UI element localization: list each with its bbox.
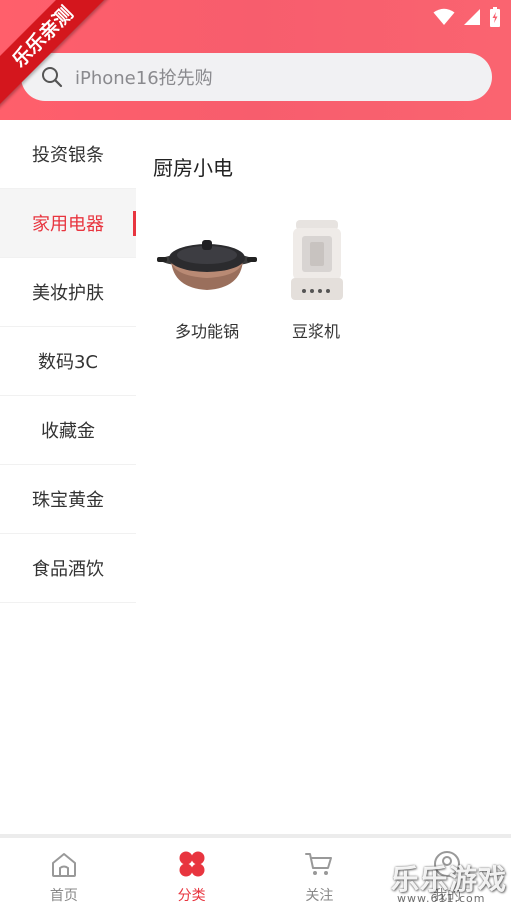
cart-icon xyxy=(303,848,335,880)
sidebar-item-label: 投资银条 xyxy=(32,145,104,166)
sidebar-item-beauty[interactable]: 美妆护肤 xyxy=(0,258,136,327)
section-title: 厨房小电 xyxy=(153,156,233,180)
status-bar-icons xyxy=(433,6,501,28)
sidebar-item-digital[interactable]: 数码3C xyxy=(0,327,136,396)
home-icon xyxy=(48,848,80,880)
battery-icon xyxy=(490,7,500,27)
nav-label: 首页 xyxy=(49,888,78,904)
sidebar-item-label: 收藏金 xyxy=(41,421,95,442)
sidebar-item-collectible-gold[interactable]: 收藏金 xyxy=(0,396,136,465)
category-page: iPhone16抢先购 乐乐亲测 投资银条 家用电器 美妆护肤 数码3C 收藏金… xyxy=(0,0,511,910)
sidebar-item-label: 珠宝黄金 xyxy=(32,490,104,511)
site-watermark: 乐乐游戏 www.611.com xyxy=(389,858,507,906)
category-content: 厨房小电 多功能锅 豆浆机 xyxy=(136,120,511,835)
sidebar-item-jewelry-gold[interactable]: 珠宝黄金 xyxy=(0,465,136,534)
nav-item-category[interactable]: 分类 xyxy=(128,838,256,910)
electric-pot-image xyxy=(157,216,257,304)
signal-icon xyxy=(464,9,480,25)
sidebar-item-home-appliances[interactable]: 家用电器 xyxy=(0,189,136,258)
wifi-icon xyxy=(433,8,455,25)
sidebar-item-food-drinks[interactable]: 食品酒饮 xyxy=(0,534,136,603)
ribbon-label: 乐乐亲测 xyxy=(0,0,110,110)
watermark-url: www.611.com xyxy=(397,892,486,905)
sidebar-item-label: 数码3C xyxy=(37,352,99,373)
nav-label: 分类 xyxy=(177,888,206,904)
header: iPhone16抢先购 乐乐亲测 xyxy=(0,0,511,120)
product-name: 多功能锅 xyxy=(174,322,239,341)
category-icon xyxy=(176,848,208,880)
sidebar-item-label: 食品酒饮 xyxy=(32,559,104,580)
sidebar-item-investment-bars[interactable]: 投资银条 xyxy=(0,120,136,189)
product-name: 豆浆机 xyxy=(291,322,340,341)
product-item-soymilk-maker[interactable]: 豆浆机 xyxy=(266,216,366,342)
category-sidebar: 投资银条 家用电器 美妆护肤 数码3C 收藏金 珠宝黄金 食品酒饮 xyxy=(0,120,136,835)
nav-item-follow[interactable]: 关注 xyxy=(256,838,384,910)
product-item-multi-pot[interactable]: 多功能锅 xyxy=(157,216,257,342)
nav-item-home[interactable]: 首页 xyxy=(0,838,128,910)
corner-ribbon: 乐乐亲测 xyxy=(0,0,110,110)
soymilk-maker-image xyxy=(266,216,366,304)
sidebar-item-label: 美妆护肤 xyxy=(32,283,104,304)
sidebar-item-label: 家用电器 xyxy=(32,214,104,235)
nav-label: 关注 xyxy=(305,888,334,904)
